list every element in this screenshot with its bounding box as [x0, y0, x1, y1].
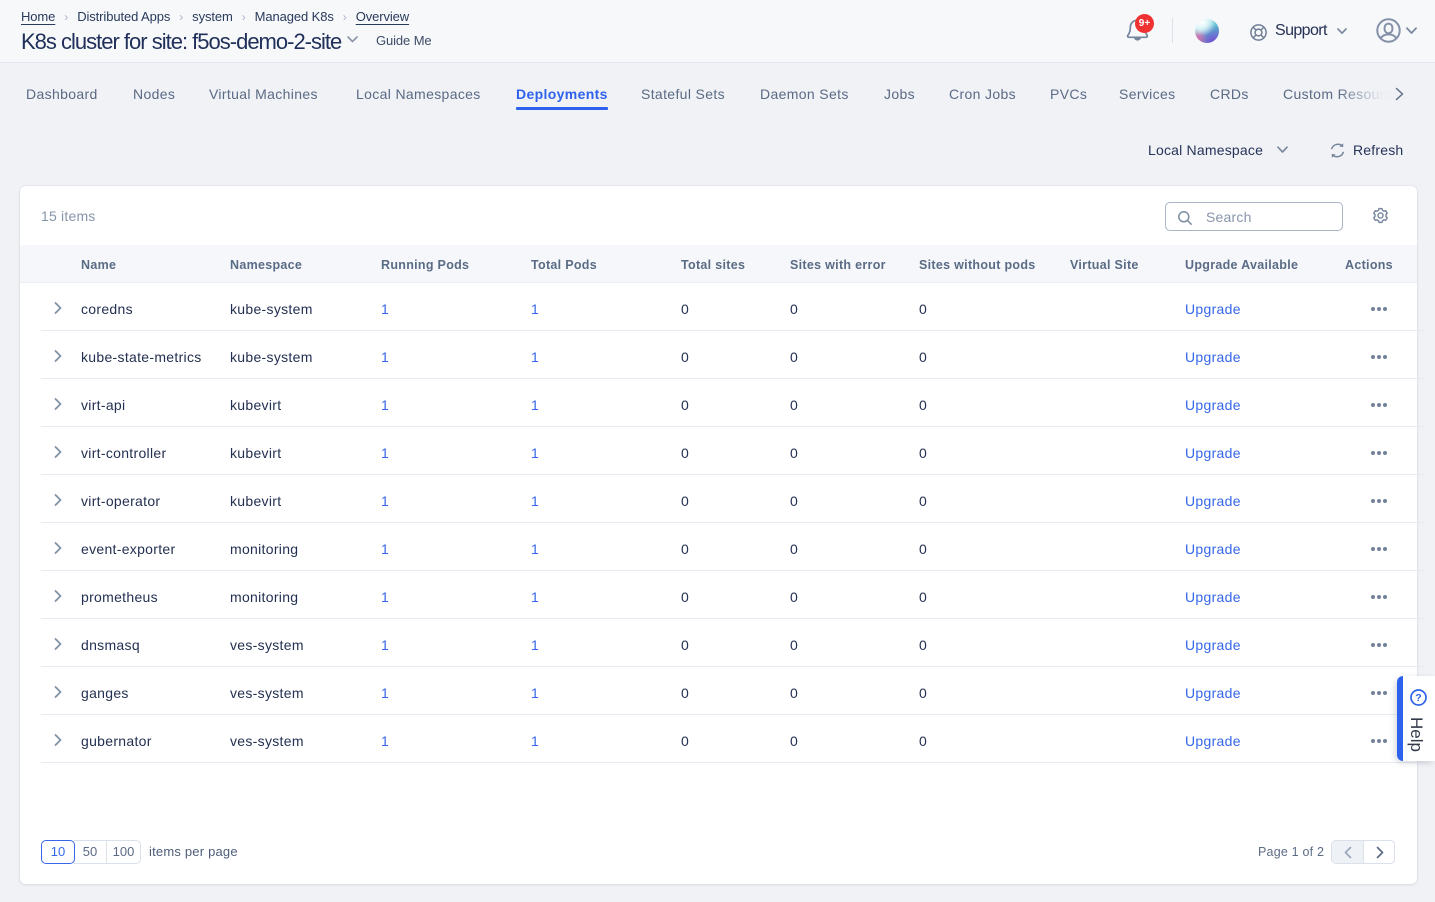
svg-text:?: ?: [1415, 692, 1421, 704]
